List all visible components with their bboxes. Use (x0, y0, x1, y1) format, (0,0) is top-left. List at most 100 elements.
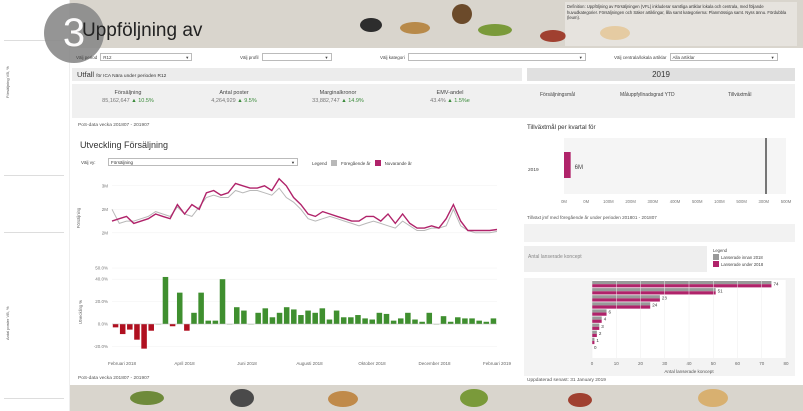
tab-growth-goal[interactable]: Tillväxtmål (728, 92, 751, 98)
decor (478, 24, 512, 36)
growth-goal-value: 6M (575, 165, 583, 171)
x-tick-label: Februari 2018 (108, 361, 137, 366)
kpi-sales: Försäljning 85,162,647 ▲ 10.5% (78, 90, 178, 104)
growth-bar (134, 324, 140, 340)
concept-bar-before-2018 (592, 323, 600, 327)
decor (360, 18, 382, 32)
growth-bar (305, 310, 311, 324)
concept-bar-2018 (592, 305, 651, 309)
year-label: 2019 (652, 70, 670, 79)
kpi-number: 43.4% (430, 98, 446, 104)
view-dropdown[interactable]: Försäljning ▼ (108, 158, 298, 166)
y-category-label: 2019 (528, 167, 539, 173)
growth-bar (369, 319, 375, 324)
growth-bar (205, 320, 212, 324)
x-tick-label: 50 (711, 361, 717, 366)
filter-label: Välj period (76, 54, 98, 60)
kpi-value: 4,264,929 ▲ 9.5% (184, 98, 284, 104)
filter-bar: Välj period R12 ▼ Välj profil ▼ Välj kate… (70, 52, 803, 64)
growth-bar (255, 312, 261, 324)
growth-bar (383, 313, 390, 324)
decor (452, 4, 472, 24)
growth-bar (291, 309, 297, 324)
decor (130, 391, 164, 405)
concept-bar-2018 (592, 326, 600, 330)
growth-bar (312, 312, 318, 324)
growth-period: Tillväxt jmf med föregående år under per… (527, 215, 657, 220)
y-tick-label: 0.0% (98, 322, 108, 327)
outcome-subtitle: för ICA Nära under perioden R12 (96, 74, 167, 79)
tab-ytd[interactable]: Måluppfyllnadsgrad YTD (620, 92, 675, 98)
growth-bar-chart: Utveckling % 50.0% 40.0% 20.0% 0.0% -20.0% Feb… (78, 266, 511, 367)
category-dropdown[interactable]: ▼ (407, 53, 586, 61)
kpi-change: ▲ 14.9% (341, 98, 364, 104)
data-label: 51 (718, 288, 724, 293)
plot-area (564, 138, 786, 194)
concept-bar-before-2018 (592, 316, 602, 320)
legend-text: Lanserade under 2018 (721, 261, 764, 267)
x-axis-label: Antal lanserade koncept (664, 369, 714, 374)
x-tick-label: Augusti 2018 (296, 361, 323, 366)
dropdown-value: Försäljning (111, 160, 134, 165)
tab-sales-goal[interactable]: Försäljningsmål (540, 92, 575, 98)
y-tick-label: 2M (102, 230, 109, 235)
x-tick-label: 100M (714, 199, 725, 204)
left-panel: Försäljning VB, % Antal poster VB, % (0, 0, 70, 411)
growth-bar (119, 324, 126, 335)
x-tick-label: 30 (662, 361, 668, 366)
kpi-label: Försäljning (114, 90, 142, 96)
x-tick-label: April 2018 (174, 361, 195, 366)
x-tick-label: 100M (603, 199, 614, 204)
growth-bar (447, 321, 454, 324)
kpi-number: 33,882,747 (312, 98, 340, 104)
concept-bar-before-2018 (592, 309, 607, 313)
concept-header: Antal lanserade koncept (524, 246, 707, 272)
profile-dropdown[interactable]: ▼ (261, 53, 332, 61)
concept-bar-2018 (592, 340, 595, 345)
divider (4, 175, 64, 176)
concept-bar-before-2018 (592, 337, 595, 341)
decor (698, 389, 728, 407)
growth-bar (397, 318, 404, 324)
growth-bar (162, 276, 169, 324)
decor (568, 393, 592, 407)
x-tick-label: 0M (561, 199, 567, 204)
x-tick-label: 0M (583, 199, 589, 204)
growth-bar (376, 312, 383, 324)
growth-bar (241, 310, 247, 324)
series-line-current (111, 177, 498, 232)
legend-swatch-curr (374, 160, 381, 166)
growth-bar (212, 320, 219, 324)
divider (4, 398, 64, 399)
growth-bar (419, 321, 425, 324)
kpi-value: 85,162,647 ▲ 10.5% (78, 98, 178, 104)
dropdown-value: Alla artiklar (672, 55, 695, 60)
y-tick-label: 2M (102, 207, 109, 212)
growth-bar (262, 308, 269, 324)
kpi-change: ▲ 1.5%e (447, 98, 470, 104)
filter-articles: Välj centrala/lokala artiklar Alla artik… (614, 53, 778, 61)
filter-category: Välj kategori ▼ (380, 53, 586, 61)
growth-bar (169, 324, 176, 327)
page-title: Uppföljning av (82, 20, 203, 41)
legend-label: Legend (312, 160, 328, 166)
growth-bar (462, 318, 468, 324)
chart-legend: Legend Föregående år Nuvarande år (312, 160, 412, 166)
filter-period: Välj period R12 ▼ (76, 53, 193, 61)
legend-item-curr: Nuvarande år (384, 160, 412, 166)
growth-goal-bar (564, 152, 571, 178)
chevron-down-icon: ▼ (291, 160, 295, 165)
data-label: 24 (652, 303, 658, 308)
y-axis-label: Utveckling % (78, 300, 83, 324)
period-dropdown[interactable]: R12 ▼ (100, 53, 193, 61)
growth-bar (469, 318, 475, 324)
articles-dropdown[interactable]: Alla artiklar ▼ (669, 53, 778, 61)
growth-bar (455, 317, 461, 324)
data-label: 74 (773, 281, 779, 286)
growth-bar (191, 312, 197, 324)
concept-bar-chart: 745128246432100 10 20 30 40 50 60 70 80Antal lan… (524, 278, 795, 376)
y-tick-label: 50.0% (95, 266, 108, 271)
growth-bar (269, 317, 276, 324)
legend-text: Lanserade innan 2018 (721, 254, 763, 260)
growth-bar (141, 324, 147, 349)
